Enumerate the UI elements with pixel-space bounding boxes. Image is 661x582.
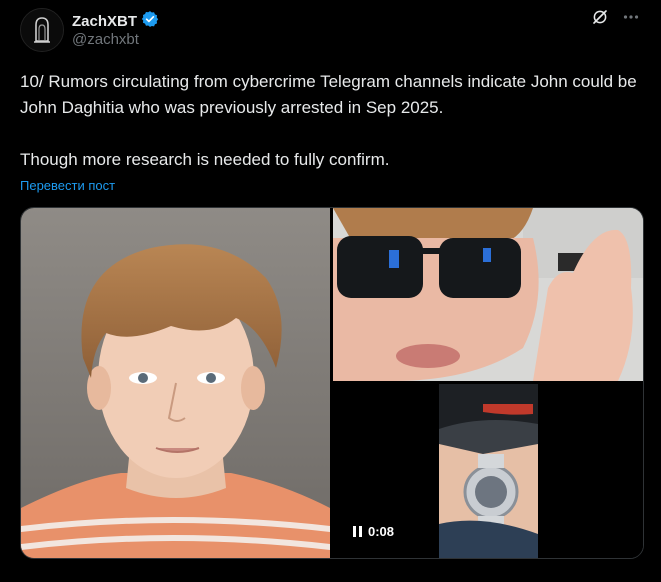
author-handle[interactable]: @zachxbt — [72, 31, 139, 48]
verified-badge-icon — [141, 10, 159, 33]
more-icon[interactable] — [623, 9, 639, 25]
sunglasses-selfie-photo[interactable] — [333, 208, 643, 381]
display-name[interactable]: ZachXBT — [72, 13, 137, 30]
video-duration-badge[interactable]: 0:08 — [347, 521, 401, 542]
avatar[interactable] — [20, 8, 64, 52]
translate-post-link[interactable]: Перевести пост — [20, 178, 115, 193]
media-grid: 0:08 — [20, 207, 644, 559]
pause-icon[interactable] — [353, 526, 362, 537]
author-name-row[interactable]: ZachXBT — [72, 10, 159, 33]
tweet-actions — [591, 8, 639, 26]
wristwatch-video[interactable]: 0:08 — [333, 384, 643, 558]
video-duration: 0:08 — [368, 524, 395, 539]
grok-icon[interactable] — [591, 8, 609, 26]
mugshot-photo[interactable] — [21, 208, 330, 558]
tweet-text: 10/ Rumors circulating from cybercrime T… — [20, 72, 637, 169]
